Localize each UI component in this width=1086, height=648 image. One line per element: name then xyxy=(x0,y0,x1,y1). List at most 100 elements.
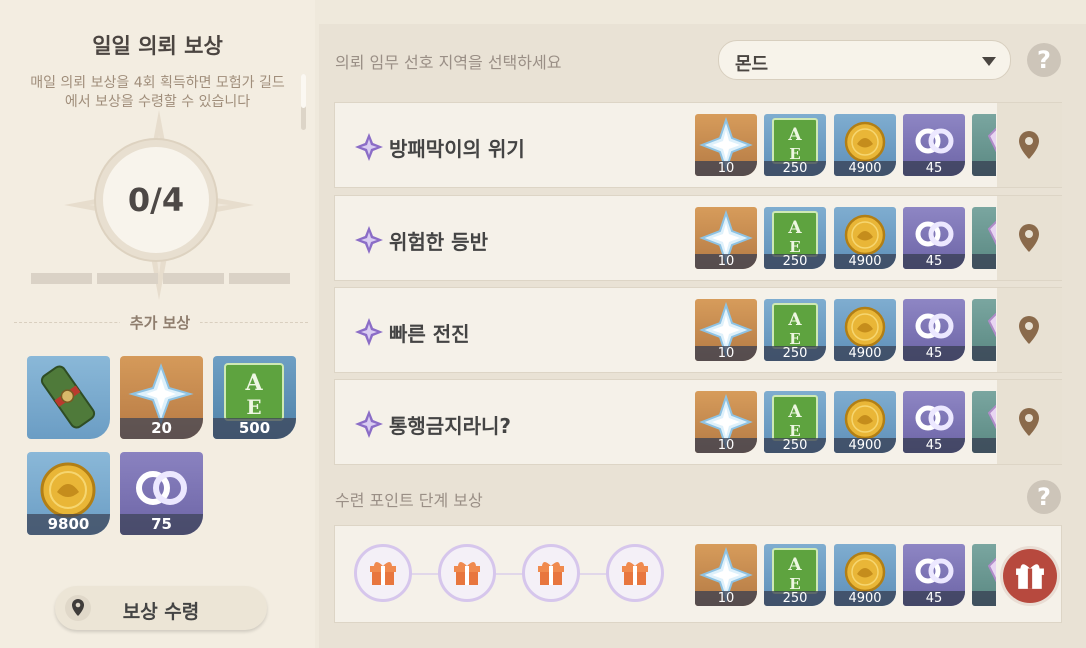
help-icon[interactable]: ? xyxy=(1027,43,1061,77)
reward-item[interactable]: 4900 xyxy=(834,391,896,453)
reward-item[interactable]: 0 xyxy=(972,391,996,453)
progress-segment xyxy=(163,273,224,284)
commission-row[interactable]: 위험한 등반 10 AE250 4900 45 0 xyxy=(334,195,1062,281)
claim-reward-button[interactable]: 보상 수령 xyxy=(55,586,267,630)
claim-training-gift-button[interactable] xyxy=(1003,549,1057,603)
extra-reward-item[interactable]: 9800 xyxy=(27,452,110,535)
reward-quantity: 10 xyxy=(695,161,757,176)
reward-item[interactable]: 10 xyxy=(695,114,757,176)
claim-reward-label: 보상 수령 xyxy=(122,601,200,623)
commission-reward-list: 10 AE250 4900 45 0 xyxy=(695,114,996,178)
reward-item[interactable]: A E 250 xyxy=(764,544,826,606)
training-reward-label: 수련 포인트 단계 보상 xyxy=(335,491,483,510)
reward-item[interactable]: 4900 xyxy=(834,299,896,361)
region-prompt: 의뢰 임무 선호 지역을 선택하세요 xyxy=(335,53,562,72)
reward-item[interactable]: 45 xyxy=(903,391,965,453)
navigate-button[interactable] xyxy=(997,380,1062,464)
reward-quantity: 10 xyxy=(695,346,757,361)
extra-reward-item[interactable]: 75 xyxy=(120,452,203,535)
reward-item[interactable]: 10 xyxy=(695,544,757,606)
scroll-icon xyxy=(40,365,96,429)
reward-item[interactable]: A E 250 xyxy=(764,299,826,361)
svg-text:A: A xyxy=(787,402,802,422)
svg-text:A: A xyxy=(787,125,802,145)
extra-reward-label: 추가 보상 xyxy=(119,314,201,332)
daily-reward-description: 매일 의뢰 보상을 4회 획득하면 모험가 길드에서 보상을 수령할 수 있습니… xyxy=(30,75,285,110)
reward-quantity: 250 xyxy=(764,161,826,176)
extra-reward-item[interactable]: 20 xyxy=(120,356,203,439)
reward-quantity: 45 xyxy=(903,161,965,176)
reward-item[interactable]: 4900 xyxy=(834,207,896,269)
extra-reward-item[interactable]: A E 500 xyxy=(213,356,296,439)
gift-connector-line xyxy=(385,573,635,575)
reward-item[interactable]: 4900 xyxy=(834,114,896,176)
reward-item[interactable]: 45 xyxy=(903,544,965,606)
commission-reward-list: 10 AE250 4900 45 0 xyxy=(695,207,996,271)
commission-name: 빠른 전진 xyxy=(389,322,470,346)
commission-star-icon xyxy=(355,226,383,254)
reward-item[interactable]: 10 xyxy=(695,207,757,269)
reward-quantity: 4900 xyxy=(834,591,896,606)
commission-row[interactable]: 빠른 전진 10 AE250 4900 45 0 xyxy=(334,287,1062,373)
progress-segment xyxy=(97,273,158,284)
svg-text:A: A xyxy=(787,310,802,330)
commission-name: 방패막이의 위기 xyxy=(389,137,525,161)
location-pin-icon xyxy=(1019,316,1039,344)
chevron-down-icon xyxy=(982,57,996,66)
reward-quantity: 250 xyxy=(764,438,826,453)
reward-item[interactable]: 0 xyxy=(972,299,996,361)
reward-item[interactable]: 0 xyxy=(972,207,996,269)
navigate-button[interactable] xyxy=(997,103,1062,187)
daily-reward-title: 일일 의뢰 보상 xyxy=(92,34,223,58)
commission-row[interactable]: 통행금지라니? 10 AE250 4900 45 0 xyxy=(334,379,1062,465)
location-pin-icon xyxy=(1019,224,1039,252)
reward-quantity: 0 xyxy=(972,591,996,606)
reward-item[interactable]: 0 xyxy=(972,544,996,606)
description-scrollbar[interactable] xyxy=(301,74,306,130)
svg-text:E: E xyxy=(246,395,261,419)
daily-reward-panel: 일일 의뢰 보상 매일 의뢰 보상을 4회 획득하면 모험가 길드에서 보상을 … xyxy=(0,0,315,648)
reward-quantity: 10 xyxy=(695,591,757,606)
reward-quantity: 45 xyxy=(903,591,965,606)
gift-icon xyxy=(622,562,648,585)
commission-star-icon xyxy=(355,133,383,161)
progress-counter: 0/4 xyxy=(103,147,209,253)
reward-quantity: 500 xyxy=(213,418,296,439)
gift-milestone[interactable] xyxy=(354,544,412,602)
region-selected-value: 몬드 xyxy=(735,54,769,75)
training-reward-row: 10 AE250 4900 45 0 xyxy=(334,525,1062,623)
reward-quantity: 4900 xyxy=(834,438,896,453)
reward-quantity: 250 xyxy=(764,591,826,606)
reward-item[interactable]: 45 xyxy=(903,207,965,269)
gift-milestone[interactable] xyxy=(522,544,580,602)
region-dropdown[interactable]: 몬드 xyxy=(718,40,1011,80)
extra-reward-item[interactable] xyxy=(27,356,110,439)
reward-quantity: 45 xyxy=(903,346,965,361)
navigate-button[interactable] xyxy=(997,288,1062,372)
reward-item[interactable]: 4900 xyxy=(834,544,896,606)
commission-row[interactable]: 방패막이의 위기 10 AE250 4900 45 0 xyxy=(334,102,1062,188)
reward-quantity: 0 xyxy=(972,254,996,269)
help-icon[interactable]: ? xyxy=(1027,480,1061,514)
commission-name: 위험한 등반 xyxy=(389,230,488,254)
commission-star-icon xyxy=(355,318,383,346)
reward-item[interactable]: A E 250 xyxy=(764,391,826,453)
navigate-button[interactable] xyxy=(997,196,1062,280)
gift-icon xyxy=(538,562,564,585)
location-pin-icon xyxy=(1019,131,1039,159)
reward-quantity: 4900 xyxy=(834,161,896,176)
svg-text:A: A xyxy=(244,370,263,396)
reward-item[interactable]: A E 250 xyxy=(764,207,826,269)
reward-quantity: 250 xyxy=(764,346,826,361)
reward-quantity: 4900 xyxy=(834,346,896,361)
reward-item[interactable]: 0 xyxy=(972,114,996,176)
gift-milestone[interactable] xyxy=(606,544,664,602)
reward-quantity: 10 xyxy=(695,438,757,453)
reward-item[interactable]: 45 xyxy=(903,114,965,176)
reward-item[interactable]: 45 xyxy=(903,299,965,361)
reward-item[interactable]: 10 xyxy=(695,391,757,453)
reward-item[interactable]: A E 250 xyxy=(764,114,826,176)
reward-item[interactable]: 10 xyxy=(695,299,757,361)
reward-quantity: 9800 xyxy=(27,514,110,535)
gift-milestone[interactable] xyxy=(438,544,496,602)
